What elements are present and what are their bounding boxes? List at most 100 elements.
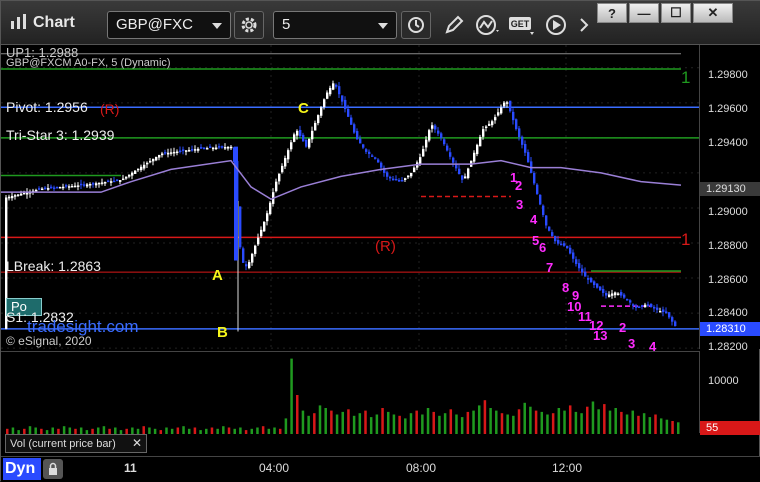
candle-body	[518, 128, 521, 137]
volume-current-tag: 55	[700, 421, 760, 435]
volume-scale-label: 10000	[708, 375, 739, 387]
volume-bar	[460, 417, 464, 434]
candle-body	[134, 170, 137, 174]
candle-body	[290, 142, 293, 150]
candle-body	[326, 92, 329, 99]
candle-body	[428, 130, 431, 141]
volume-bar	[523, 402, 526, 434]
get-data-button[interactable]: GET	[507, 11, 537, 39]
candle-body	[446, 145, 449, 151]
price-pane[interactable]: UP1: 1.2988 GBP@FXCM A0-FX, 5 (Dynamic) …	[1, 45, 699, 354]
volume-bar	[239, 427, 242, 434]
candle-body	[554, 235, 557, 242]
minimize-button[interactable]: —	[629, 3, 659, 23]
symbol-select[interactable]: GBP@FXC	[107, 11, 231, 39]
candle-body	[437, 130, 440, 134]
volume-bar	[546, 414, 549, 434]
lock-icon	[49, 462, 57, 475]
candle-body	[41, 188, 44, 191]
volume-bar	[278, 428, 282, 434]
maximize-button[interactable]: ☐	[661, 3, 691, 23]
close-button[interactable]: ✕	[693, 3, 733, 23]
candle-body	[449, 152, 452, 157]
volume-bar	[273, 427, 276, 434]
candle-body	[311, 130, 314, 140]
clock-icon	[408, 17, 424, 33]
candle-body	[452, 157, 455, 163]
candle-body	[560, 243, 563, 246]
candle-body	[488, 123, 491, 126]
candle-body	[422, 149, 425, 157]
candle-body	[185, 150, 188, 152]
candle-body	[188, 149, 191, 152]
candle-body	[263, 221, 266, 232]
candle-body	[578, 263, 581, 269]
y-tick: 1.29000	[708, 206, 748, 218]
play-button[interactable]	[541, 11, 571, 39]
volume-bar	[591, 401, 595, 434]
candle-body	[509, 100, 512, 112]
study-curve-icon	[476, 15, 499, 35]
candle-body	[425, 139, 428, 148]
dynamic-button[interactable]: Dyn	[3, 458, 41, 480]
candle-body	[140, 166, 143, 171]
candle-body	[248, 262, 251, 269]
time-button[interactable]	[401, 11, 431, 39]
volume-bar	[358, 413, 362, 434]
volume-bar	[352, 415, 356, 434]
candle-body	[584, 271, 587, 277]
td-count: 7	[546, 260, 554, 275]
window-title: Chart	[33, 14, 75, 31]
volume-bar	[671, 421, 674, 434]
candle-body	[44, 187, 47, 190]
volume-bar	[648, 417, 652, 434]
candle-body	[239, 206, 242, 248]
candle-body	[197, 148, 200, 151]
volume-bar	[415, 410, 418, 434]
price-axis[interactable]: 1.29800 1.29600 1.29400 1.29130 1.29000 …	[699, 45, 760, 353]
volume-bar	[284, 418, 288, 434]
volume-bar	[318, 405, 322, 434]
settings-button[interactable]	[234, 11, 264, 39]
candle-body	[323, 99, 326, 107]
lock-button[interactable]	[43, 459, 63, 479]
volume-bar	[392, 414, 396, 434]
candle-body	[632, 304, 635, 306]
help-button[interactable]: ?	[597, 3, 627, 23]
volume-study-label[interactable]: Vol (current price bar) ✕	[5, 434, 147, 453]
candle-body	[359, 138, 362, 144]
candle-body	[107, 180, 110, 183]
volume-bar	[438, 415, 441, 434]
y-tick: 1.29600	[708, 103, 748, 115]
candle-body	[593, 281, 596, 286]
candle-body	[356, 131, 359, 140]
time-axis[interactable]: Dyn 11 04:00 08:00 12:00	[1, 456, 760, 482]
volume-axis: 10000 55	[699, 351, 760, 435]
candle-body	[629, 300, 632, 303]
studies-button[interactable]	[473, 11, 503, 39]
candle-body	[617, 293, 620, 295]
y-tick: 1.29800	[708, 69, 748, 81]
close-icon[interactable]: ✕	[132, 436, 142, 450]
candle-body	[17, 194, 20, 196]
volume-bar	[62, 426, 66, 434]
volume-bar	[28, 426, 32, 434]
candle-body	[650, 303, 653, 307]
candle-body	[176, 151, 179, 154]
candle-body	[350, 117, 353, 125]
volume-bar	[489, 408, 492, 434]
volume-pane[interactable]	[1, 351, 699, 434]
candle-body	[581, 268, 584, 273]
chevron-down-icon	[378, 23, 388, 29]
volume-bar	[290, 358, 293, 434]
volume-bar	[267, 428, 271, 434]
volume-bar	[563, 410, 566, 434]
volume-bar	[244, 430, 248, 434]
interval-select[interactable]: 5	[273, 11, 397, 39]
candle-body	[407, 175, 410, 178]
candle-body	[527, 152, 530, 163]
draw-tool-button[interactable]	[439, 11, 469, 39]
candle-body	[605, 293, 608, 296]
candle-body	[143, 164, 146, 169]
toolbar-overflow-button[interactable]	[569, 11, 599, 39]
